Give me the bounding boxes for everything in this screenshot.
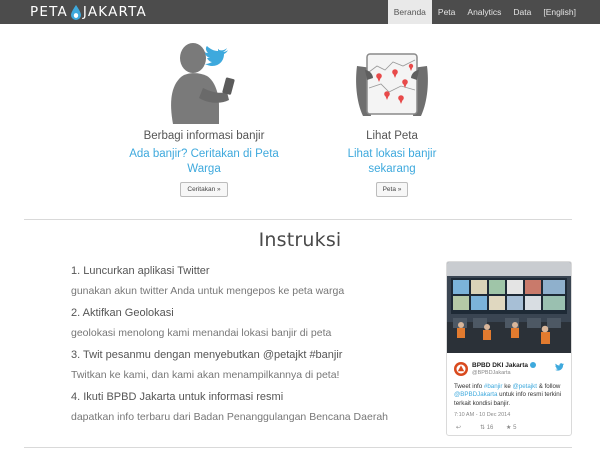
share-link[interactable]: Ada banjir? Ceritakan di Peta Warga bbox=[129, 147, 279, 177]
tweet-author-handle[interactable]: @BPBDJakarta bbox=[472, 370, 511, 376]
divider bbox=[24, 219, 572, 220]
top-navbar: PETA JAKARTA Beranda Peta Analytics Data… bbox=[0, 0, 600, 24]
mention-petajkt-link[interactable]: @petajkt bbox=[512, 383, 537, 390]
feature-share: Berbagi informasi banjir Ada banjir? Cer… bbox=[129, 36, 279, 197]
water-drop-icon bbox=[70, 4, 81, 20]
brand-text-left: PETA bbox=[30, 4, 68, 20]
nav-menu: Beranda Peta Analytics Data [English] bbox=[387, 0, 582, 24]
map-link-line2: sekarang bbox=[368, 163, 416, 175]
tweet-timestamp[interactable]: 7:10 AM - 10 Dec 2014 bbox=[454, 412, 510, 418]
brand-logo[interactable]: PETA JAKARTA bbox=[30, 4, 147, 20]
retweet-count: 16 bbox=[486, 425, 494, 431]
tweet-text: Tweet info #banjir ke @petajkt & follow … bbox=[454, 383, 566, 408]
tweet-photo-control-room bbox=[447, 262, 571, 353]
retweet-action[interactable]: ⇅ 16 bbox=[480, 424, 493, 431]
nav-item-beranda[interactable]: Beranda bbox=[387, 0, 432, 24]
tweet-text-part: ke bbox=[502, 383, 513, 390]
share-link-line1: Ada banjir? Ceritakan di Peta bbox=[129, 148, 279, 160]
mention-bpbdjakarta-link[interactable]: @BPBDJakarta bbox=[454, 391, 497, 398]
step-description: geolokasi menolong kami menandai lokasi … bbox=[71, 327, 332, 339]
tweet-text-part: & follow bbox=[537, 383, 561, 390]
nav-item-data[interactable]: Data bbox=[507, 0, 537, 24]
step-title: 1. Luncurkan aplikasi Twitter bbox=[71, 265, 210, 277]
nav-item-peta[interactable]: Peta bbox=[432, 0, 462, 24]
share-link-line2: Warga bbox=[187, 163, 221, 175]
step-description: Twitkan ke kami, dan kami akan menampilk… bbox=[71, 369, 340, 381]
map-link-line1: Lihat lokasi banjir bbox=[347, 148, 437, 160]
tweet-actions: ↩ ⇅ 16 ★ 5 bbox=[454, 424, 566, 433]
bpbd-avatar-icon[interactable] bbox=[454, 362, 468, 376]
embedded-tweet-card[interactable]: BPBD DKI Jakarta @BPBDJakarta Tweet info… bbox=[446, 261, 572, 436]
divider bbox=[24, 447, 572, 448]
share-title: Berbagi informasi banjir bbox=[143, 130, 265, 142]
favorite-action[interactable]: ★ 5 bbox=[506, 424, 516, 431]
tweet-header: BPBD DKI Jakarta @BPBDJakarta bbox=[454, 362, 566, 378]
favorite-count: 5 bbox=[513, 425, 517, 431]
retweet-icon: ⇅ bbox=[480, 425, 486, 431]
feature-map: Lihat Peta Lihat lokasi banjir sekarang … bbox=[317, 36, 467, 197]
ceritakan-button[interactable]: Ceritakan » bbox=[180, 182, 228, 197]
tweet-text-part: Tweet info bbox=[454, 383, 484, 390]
step-1: 1. Luncurkan aplikasi Twitter gunakan ak… bbox=[71, 264, 431, 299]
nav-item-english[interactable]: [English] bbox=[537, 0, 582, 24]
step-description: gunakan akun twitter Anda untuk mengepos… bbox=[71, 285, 345, 297]
step-4: 4. Ikuti BPBD Jakarta untuk informasi re… bbox=[71, 390, 431, 425]
tweet-author-name-text: BPBD DKI Jakarta bbox=[472, 362, 528, 369]
verified-badge-icon bbox=[530, 362, 536, 369]
hashtag-banjir-link[interactable]: #banjir bbox=[484, 383, 503, 390]
twitter-bird-icon[interactable] bbox=[555, 363, 564, 371]
map-title: Lihat Peta bbox=[366, 130, 418, 142]
tweet-author-name[interactable]: BPBD DKI Jakarta bbox=[472, 362, 536, 369]
step-title: 3. Twit pesanmu dengan menyebutkan @peta… bbox=[71, 349, 343, 361]
brand-text-right: JAKARTA bbox=[82, 4, 147, 20]
hands-map-icon bbox=[356, 53, 428, 116]
instruction-steps: 1. Luncurkan aplikasi Twitter gunakan ak… bbox=[71, 264, 431, 432]
nav-item-analytics[interactable]: Analytics bbox=[461, 0, 507, 24]
step-title: 4. Ikuti BPBD Jakarta untuk informasi re… bbox=[71, 391, 284, 403]
map-link[interactable]: Lihat lokasi banjir sekarang bbox=[317, 147, 467, 177]
instructions-heading: Instruksi bbox=[258, 229, 342, 251]
step-2: 2. Aktifkan Geolokasi geolokasi menolong… bbox=[71, 306, 431, 341]
step-description: dapatkan info terbaru dari Badan Penangg… bbox=[71, 411, 388, 423]
star-icon: ★ bbox=[506, 425, 512, 431]
step-3: 3. Twit pesanmu dengan menyebutkan @peta… bbox=[71, 348, 431, 383]
peta-button[interactable]: Peta » bbox=[375, 182, 409, 197]
step-title: 2. Aktifkan Geolokasi bbox=[71, 307, 174, 319]
person-phone-twitter-icon bbox=[171, 43, 235, 124]
reply-icon[interactable]: ↩ bbox=[456, 424, 461, 431]
